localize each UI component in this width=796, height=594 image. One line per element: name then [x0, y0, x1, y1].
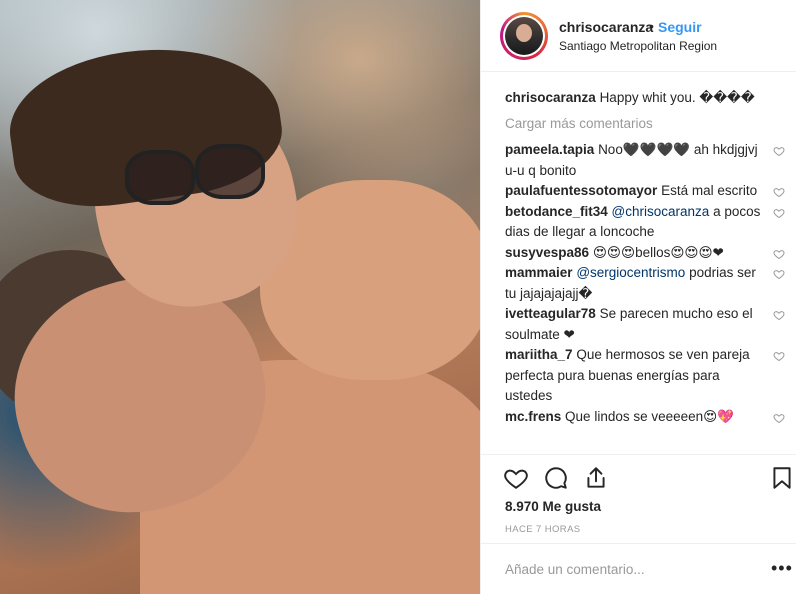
separator-dot: • [649, 18, 654, 34]
comment-item: mammaier @sergiocentrismo podrias ser tu… [505, 263, 785, 304]
comment-username[interactable]: mammaier [505, 265, 573, 280]
comment-text: Está mal escrito [661, 183, 758, 198]
caption: chrisocaranza Happy whit you. ���� [505, 88, 785, 108]
comment-username[interactable]: mariitha_7 [505, 347, 573, 362]
comment-text: 😍😍😍bellos😍😍😍❤ [592, 244, 724, 260]
comment-item: paulafuentessotomayor Está mal escrito [505, 181, 785, 202]
location-link[interactable]: Santiago Metropolitan Region [559, 39, 717, 53]
caption-text: Happy whit you. ���� [599, 90, 755, 105]
heart-icon[interactable] [773, 207, 785, 219]
comment-item: ivetteagular78 Se parecen mucho eso el s… [505, 304, 785, 345]
avatar[interactable] [500, 12, 548, 60]
add-comment-bar: ••• [481, 543, 796, 594]
heart-icon[interactable] [773, 268, 785, 280]
load-more-comments-button[interactable]: Cargar más comentarios [505, 116, 785, 131]
heart-icon[interactable] [503, 465, 529, 491]
comment-item: mc.frens Que lindos se veeeeen😍💖 [505, 407, 785, 428]
comment-username[interactable]: pameela.tapia [505, 142, 594, 157]
comment-item: pameela.tapia Noo🖤🖤🖤🖤 ah hkdjgjvj u-u q … [505, 140, 785, 181]
heart-icon[interactable] [773, 350, 785, 362]
comment-username[interactable]: mc.frens [505, 409, 561, 424]
header-username[interactable]: chrisocaranza [559, 19, 653, 35]
heart-icon[interactable] [773, 186, 785, 198]
comment-text: Que lindos se veeeeen😍💖 [565, 408, 735, 424]
avatar-frame [503, 15, 545, 57]
comment-item: betodance_fit34 @chrisocaranza a pocos d… [505, 202, 785, 243]
likes-count[interactable]: 8.970 Me gusta [505, 499, 601, 514]
comment-username[interactable]: betodance_fit34 [505, 204, 608, 219]
post-actions [481, 454, 796, 498]
follow-button[interactable]: Seguir [658, 19, 702, 35]
comments-list: chrisocaranza Happy whit you. ���� Carga… [505, 88, 785, 427]
heart-icon[interactable] [773, 412, 785, 424]
comment-icon[interactable] [543, 465, 569, 491]
caption-username[interactable]: chrisocaranza [505, 90, 596, 105]
comment-username[interactable]: paulafuentessotomayor [505, 183, 657, 198]
bookmark-icon[interactable] [769, 465, 795, 491]
comment-item: susyvespa86 😍😍😍bellos😍😍😍❤ [505, 243, 785, 264]
post-header: chrisocaranza • Seguir Santiago Metropol… [481, 0, 796, 72]
share-icon[interactable] [583, 465, 609, 491]
heart-icon[interactable] [773, 248, 785, 260]
post-photo[interactable] [0, 0, 480, 594]
heart-icon[interactable] [773, 309, 785, 321]
comment-mention[interactable]: @sergiocentrismo [576, 265, 685, 280]
comment-input[interactable] [505, 562, 745, 577]
post-side-panel: chrisocaranza • Seguir Santiago Metropol… [480, 0, 796, 594]
photo-detail [125, 144, 265, 210]
post-timestamp[interactable]: HACE 7 HORAS [505, 524, 581, 535]
avatar-image [505, 17, 543, 55]
comment-username[interactable]: ivetteagular78 [505, 306, 596, 321]
comment-username[interactable]: susyvespa86 [505, 245, 589, 260]
heart-icon[interactable] [773, 145, 785, 157]
more-icon[interactable]: ••• [771, 558, 793, 579]
comment-mention[interactable]: @chrisocaranza [612, 204, 710, 219]
comment-item: mariitha_7 Que hermosos se ven pareja pe… [505, 345, 785, 407]
